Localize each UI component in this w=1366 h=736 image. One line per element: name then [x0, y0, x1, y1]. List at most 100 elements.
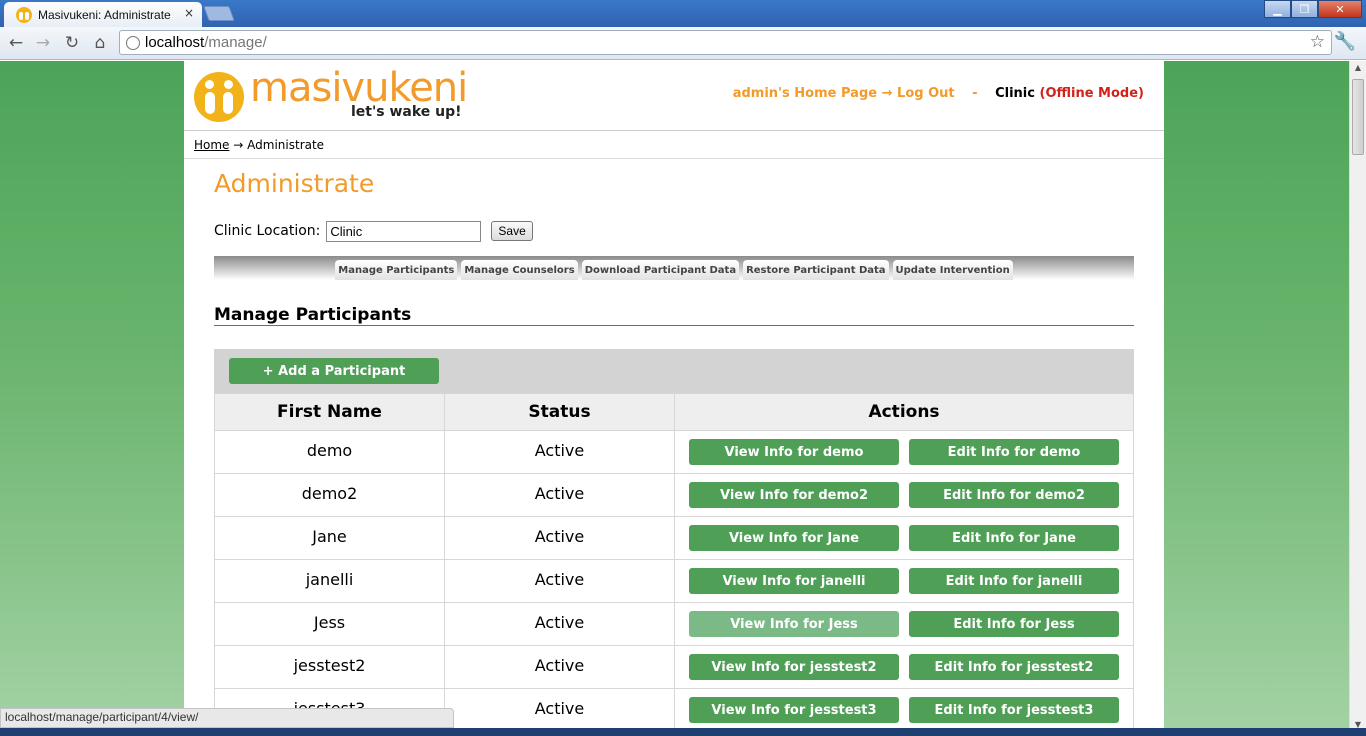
table-row: demo2 Active View Info for demo2 Edit In…: [214, 473, 1134, 517]
admin-subnav: Manage Participants Manage Counselors Do…: [214, 256, 1134, 280]
table-row: Jane Active View Info for Jane Edit Info…: [214, 516, 1134, 560]
browser-toolbar: ← → ↻ ⌂ localhost/manage/ ☆ 🔧: [0, 27, 1366, 60]
breadcrumb: Home → Administrate: [184, 131, 1164, 159]
masivukeni-logo[interactable]: masivukeni let's wake up!: [194, 65, 468, 123]
reload-icon[interactable]: ↻: [61, 32, 83, 54]
link-separator: -: [972, 86, 978, 101]
site-header: masivukeni let's wake up! admin's Home P…: [184, 61, 1164, 131]
vertical-scrollbar[interactable]: ▲ ▼: [1349, 61, 1366, 736]
tab-close-icon[interactable]: ×: [184, 6, 194, 20]
first-name-cell: demo2: [214, 473, 445, 517]
status-cell: Active: [444, 602, 675, 646]
add-participant-button[interactable]: + Add a Participant: [229, 358, 439, 384]
view-info-button[interactable]: View Info for demo: [689, 439, 899, 465]
clinic-location-form: Clinic Location: Save: [214, 219, 533, 243]
wrench-menu-icon[interactable]: 🔧: [1334, 31, 1356, 52]
edit-info-button[interactable]: Edit Info for Jane: [909, 525, 1119, 551]
breadcrumb-home-link[interactable]: Home: [194, 138, 229, 152]
actions-cell: View Info for demo2 Edit Info for demo2: [674, 473, 1134, 517]
tab-update-intervention[interactable]: Update Intervention: [892, 260, 1013, 280]
arrow-separator: →: [881, 86, 893, 101]
table-row: janelli Active View Info for janelli Edi…: [214, 559, 1134, 603]
actions-cell: View Info for janelli Edit Info for jane…: [674, 559, 1134, 603]
edit-info-button[interactable]: Edit Info for demo2: [909, 482, 1119, 508]
breadcrumb-current: Administrate: [247, 138, 325, 152]
page-container: masivukeni let's wake up! admin's Home P…: [184, 61, 1164, 736]
actions-cell: View Info for demo Edit Info for demo: [674, 430, 1134, 474]
home-page-link[interactable]: admin's Home Page: [733, 86, 877, 101]
table-header-row: First Name Status Actions: [214, 393, 1134, 431]
url-path: /manage/: [204, 34, 267, 51]
view-info-button[interactable]: View Info for janelli: [689, 568, 899, 594]
edit-info-button[interactable]: Edit Info for janelli: [909, 568, 1119, 594]
globe-icon: [126, 35, 140, 50]
browser-tab[interactable]: Masivukeni: Administrate ×: [4, 2, 202, 27]
table-row: jesstest2 Active View Info for jesstest2…: [214, 645, 1134, 689]
tab-download-participant-data[interactable]: Download Participant Data: [581, 260, 740, 280]
status-cell: Active: [444, 516, 675, 560]
minimize-button[interactable]: ▁: [1264, 0, 1291, 18]
status-cell: Active: [444, 559, 675, 603]
clinic-location-input[interactable]: [326, 220, 482, 242]
status-cell: Active: [444, 430, 675, 474]
tab-manage-counselors[interactable]: Manage Counselors: [461, 260, 578, 280]
section-title: Manage Participants: [214, 305, 1134, 326]
page-title: Administrate: [214, 169, 375, 198]
back-arrow-icon[interactable]: ←: [5, 32, 27, 54]
actions-cell: View Info for Jess Edit Info for Jess: [674, 602, 1134, 646]
logo-tagline: let's wake up!: [351, 104, 462, 120]
first-name-cell: demo: [214, 430, 445, 474]
view-info-button[interactable]: View Info for demo2: [689, 482, 899, 508]
user-links: admin's Home Page → Log Out - Clinic (Of…: [733, 86, 1144, 101]
browser-title-bar: Masivukeni: Administrate × ▁ ❐ ✕: [0, 0, 1366, 27]
new-tab-button[interactable]: [203, 6, 235, 21]
scroll-up-arrow-icon[interactable]: ▲: [1352, 63, 1364, 77]
participants-table: First Name Status Actions demo Active Vi…: [214, 393, 1134, 732]
browser-status-bar: localhost/manage/participant/4/view/: [0, 708, 454, 728]
logout-link[interactable]: Log Out: [897, 86, 955, 101]
column-header-actions: Actions: [674, 393, 1134, 431]
status-cell: Active: [444, 688, 675, 732]
edit-info-button[interactable]: Edit Info for demo: [909, 439, 1119, 465]
view-info-button[interactable]: View Info for Jess: [689, 611, 899, 637]
maximize-button[interactable]: ❐: [1291, 0, 1318, 18]
scrollbar-thumb[interactable]: [1352, 79, 1364, 155]
edit-info-button[interactable]: Edit Info for Jess: [909, 611, 1119, 637]
os-taskbar: [0, 728, 1366, 736]
actions-cell: View Info for jesstest2 Edit Info for je…: [674, 645, 1134, 689]
first-name-cell: janelli: [214, 559, 445, 603]
logo-people-icon: [194, 72, 244, 122]
view-info-button[interactable]: View Info for jesstest3: [689, 697, 899, 723]
first-name-cell: Jess: [214, 602, 445, 646]
status-cell: Active: [444, 473, 675, 517]
status-cell: Active: [444, 645, 675, 689]
bookmark-star-icon[interactable]: ☆: [1310, 32, 1325, 52]
view-info-button[interactable]: View Info for Jane: [689, 525, 899, 551]
clinic-location-label: Clinic Location:: [214, 223, 321, 239]
address-bar[interactable]: localhost/manage/ ☆: [119, 30, 1332, 55]
page-viewport: masivukeni let's wake up! admin's Home P…: [0, 61, 1349, 736]
offline-mode-badge: (Offline Mode): [1039, 86, 1145, 101]
edit-info-button[interactable]: Edit Info for jesstest3: [909, 697, 1119, 723]
close-window-button[interactable]: ✕: [1318, 0, 1362, 18]
window-controls: ▁ ❐ ✕: [1264, 0, 1362, 18]
first-name-cell: Jane: [214, 516, 445, 560]
view-info-button[interactable]: View Info for jesstest2: [689, 654, 899, 680]
url-host: localhost: [145, 34, 205, 51]
actions-cell: View Info for Jane Edit Info for Jane: [674, 516, 1134, 560]
forward-arrow-icon[interactable]: →: [32, 32, 54, 54]
edit-info-button[interactable]: Edit Info for jesstest2: [909, 654, 1119, 680]
home-icon[interactable]: ⌂: [89, 32, 111, 54]
tab-manage-participants[interactable]: Manage Participants: [335, 260, 458, 280]
add-participant-bar: + Add a Participant: [214, 349, 1134, 393]
breadcrumb-arrow: →: [233, 138, 244, 152]
tab-title: Masivukeni: Administrate: [38, 7, 171, 22]
tab-restore-participant-data[interactable]: Restore Participant Data: [743, 260, 889, 280]
save-button[interactable]: Save: [491, 221, 533, 241]
column-header-first-name: First Name: [214, 393, 445, 431]
site-favicon-icon: [16, 6, 32, 23]
clinic-name: Clinic: [995, 86, 1035, 101]
column-header-status: Status: [444, 393, 675, 431]
table-row: Jess Active View Info for Jess Edit Info…: [214, 602, 1134, 646]
first-name-cell: jesstest2: [214, 645, 445, 689]
